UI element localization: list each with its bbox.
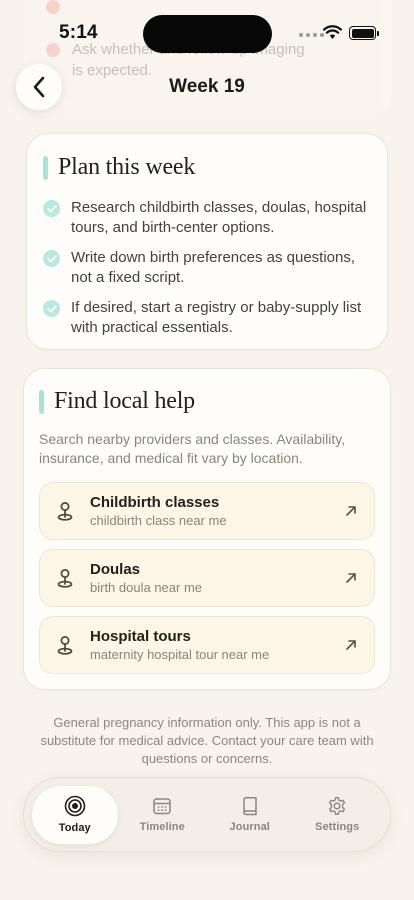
wifi-icon	[323, 25, 342, 39]
arrow-up-right-icon	[346, 506, 356, 516]
accent-bar	[39, 389, 44, 414]
tab-bar: Today Timeline Journal Settings	[23, 777, 391, 852]
section-header: Plan this week	[43, 154, 371, 181]
help-link-hospital-tours[interactable]: Hospital tours maternity hospital tour n…	[39, 616, 375, 674]
cellular-signal-icon	[299, 33, 324, 37]
book-icon	[243, 797, 257, 816]
status-bar: 5:14	[0, 0, 414, 60]
help-link-childbirth-classes[interactable]: Childbirth classes childbirth class near…	[39, 482, 375, 540]
tab-journal[interactable]: Journal	[207, 786, 293, 844]
plan-item-text: Research childbirth classes, doulas, hos…	[71, 199, 367, 236]
help-link-doulas[interactable]: Doulas birth doula near me	[39, 549, 375, 607]
map-pin-icon	[57, 569, 73, 588]
tab-label: Timeline	[139, 821, 185, 833]
page-title: Week 19	[169, 76, 245, 97]
help-item-text: Doulas birth doula near me	[90, 560, 344, 596]
plan-this-week-card: Plan this week Research childbirth class…	[26, 133, 388, 350]
arrow-up-right-icon	[346, 640, 356, 650]
tab-settings[interactable]: Settings	[295, 786, 381, 844]
map-pin-icon	[57, 636, 73, 655]
arrow-up-right-icon	[346, 573, 356, 583]
tab-label: Settings	[315, 821, 360, 833]
tab-today[interactable]: Today	[32, 785, 118, 844]
local-help-list: Childbirth classes childbirth class near…	[39, 482, 375, 674]
help-item-query: childbirth class near me	[90, 513, 227, 528]
tab-timeline[interactable]: Timeline	[120, 786, 206, 844]
help-item-query: maternity hospital tour near me	[90, 647, 270, 662]
battery-icon	[349, 26, 379, 40]
medical-disclaimer: General pregnancy information only. This…	[40, 715, 374, 766]
plan-list: Research childbirth classes, doulas, hos…	[43, 198, 371, 338]
help-item-query: birth doula near me	[90, 580, 203, 595]
section-header: Find local help	[39, 388, 375, 415]
list-item: If desired, start a registry or baby-sup…	[43, 298, 371, 338]
dynamic-island	[143, 15, 272, 53]
check-icon	[43, 200, 60, 217]
tab-label: Today	[58, 822, 91, 834]
plan-item-text: Write down birth preferences as question…	[71, 249, 356, 286]
help-item-text: Childbirth classes childbirth class near…	[90, 493, 344, 529]
gear-icon	[329, 797, 346, 815]
list-item: Write down birth preferences as question…	[43, 248, 371, 288]
accent-bar	[43, 155, 48, 180]
status-time: 5:14	[59, 22, 98, 43]
check-icon	[43, 250, 60, 267]
section-description: Search nearby providers and classes. Ava…	[39, 431, 346, 466]
section-title: Find local help	[54, 388, 195, 414]
plan-item-text: If desired, start a registry or baby-sup…	[71, 299, 362, 336]
map-pin-icon	[57, 502, 73, 521]
list-item: Research childbirth classes, doulas, hos…	[43, 198, 371, 238]
help-item-text: Hospital tours maternity hospital tour n…	[90, 627, 344, 663]
check-icon	[43, 300, 60, 317]
find-local-help-card: Find local help Search nearby providers …	[23, 368, 391, 690]
target-icon	[64, 795, 86, 817]
help-item-title: Doulas	[90, 561, 141, 578]
section-title: Plan this week	[58, 154, 196, 180]
tab-label: Journal	[229, 821, 270, 833]
calendar-icon	[153, 798, 171, 815]
help-item-title: Childbirth classes	[90, 494, 220, 511]
help-item-title: Hospital tours	[90, 628, 191, 645]
